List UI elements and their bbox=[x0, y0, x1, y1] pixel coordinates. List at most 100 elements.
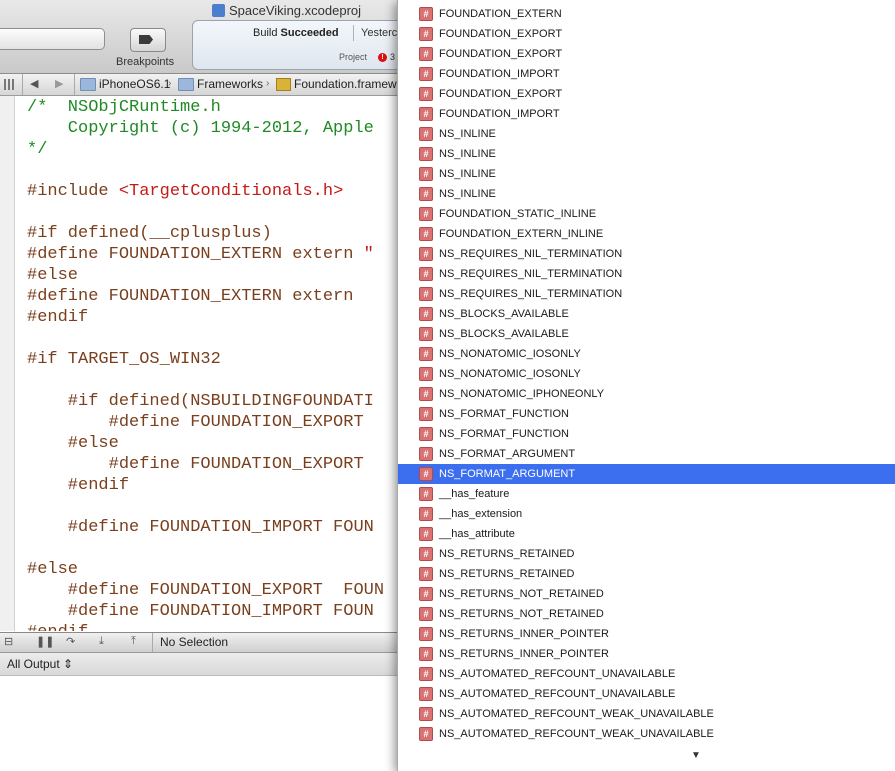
breakpoints-button[interactable] bbox=[130, 28, 166, 52]
code-line[interactable]: Copyright (c) 1994-2012, Apple bbox=[27, 118, 384, 139]
completion-item[interactable]: # NS_RETURNS_INNER_POINTER bbox=[398, 624, 895, 644]
macro-icon: # bbox=[419, 727, 433, 741]
code-line[interactable] bbox=[27, 538, 384, 559]
breadcrumb-foundation-framework[interactable]: Foundation.framew bbox=[276, 77, 397, 91]
code-line[interactable]: */ bbox=[27, 139, 384, 160]
completion-item-label: FOUNDATION_IMPORT bbox=[439, 108, 560, 120]
error-icon[interactable]: ! bbox=[378, 53, 387, 62]
code-line[interactable]: /* NSObjCRuntime.h bbox=[27, 97, 384, 118]
completion-item[interactable]: # NS_REQUIRES_NIL_TERMINATION bbox=[398, 284, 895, 304]
hide-debug-area-icon[interactable]: ⊟ bbox=[4, 635, 13, 648]
completion-item[interactable]: # NS_AUTOMATED_REFCOUNT_WEAK_UNAVAILABLE bbox=[398, 704, 895, 724]
completion-item[interactable]: # NS_RETURNS_NOT_RETAINED bbox=[398, 604, 895, 624]
completion-item[interactable]: # NS_REQUIRES_NIL_TERMINATION bbox=[398, 244, 895, 264]
completion-item-label: NS_RETURNS_INNER_POINTER bbox=[439, 628, 609, 640]
code-line[interactable] bbox=[27, 160, 384, 181]
code-line[interactable]: #define FOUNDATION_EXTERN extern bbox=[27, 286, 384, 307]
completion-item[interactable]: # NS_NONATOMIC_IOSONLY bbox=[398, 364, 895, 384]
scroll-down-arrow-icon[interactable]: ▼ bbox=[691, 750, 701, 761]
completion-item[interactable]: # NS_AUTOMATED_REFCOUNT_UNAVAILABLE bbox=[398, 664, 895, 684]
step-into-icon[interactable]: ⤓ bbox=[99, 635, 104, 648]
code-line[interactable]: #define FOUNDATION_EXTERN extern " bbox=[27, 244, 384, 265]
editor-gutter[interactable] bbox=[0, 96, 15, 631]
completion-item[interactable]: # NS_REQUIRES_NIL_TERMINATION bbox=[398, 264, 895, 284]
forward-arrow-icon[interactable]: ▶ bbox=[55, 77, 63, 90]
code-line[interactable]: #else bbox=[27, 433, 384, 454]
completion-item[interactable]: # NS_FORMAT_ARGUMENT bbox=[398, 444, 895, 464]
completion-item[interactable]: # FOUNDATION_EXPORT bbox=[398, 44, 895, 64]
macro-icon: # bbox=[419, 27, 433, 41]
code-line[interactable]: #define FOUNDATION_EXPORT FOUN bbox=[27, 580, 384, 601]
completion-item[interactable]: # NS_RETURNS_RETAINED bbox=[398, 544, 895, 564]
scheme-selector[interactable] bbox=[0, 28, 105, 50]
code-token: <TargetConditionals.h> bbox=[118, 182, 344, 201]
related-items-icon[interactable] bbox=[4, 79, 15, 90]
code-line[interactable] bbox=[27, 370, 384, 391]
code-token: #include bbox=[27, 182, 119, 201]
completion-item[interactable]: # NS_INLINE bbox=[398, 124, 895, 144]
code-line[interactable]: #endif bbox=[27, 475, 384, 496]
code-token: Copyright (c) 1994-2012, Apple bbox=[27, 119, 374, 138]
source-code[interactable]: /* NSObjCRuntime.h Copyright (c) 1994-20… bbox=[27, 97, 384, 631]
completion-item-label: NS_RETURNS_RETAINED bbox=[439, 548, 575, 560]
pause-icon[interactable]: ❚❚ bbox=[36, 635, 54, 648]
activity-viewer[interactable]: Build Succeeded Yesterc Project ! 3 bbox=[192, 20, 408, 70]
completion-item[interactable]: # NS_FORMAT_FUNCTION bbox=[398, 404, 895, 424]
code-line[interactable]: #else bbox=[27, 265, 384, 286]
code-completion-popup[interactable]: # FOUNDATION_EXTERN # FOUNDATION_EXPORT # FOU… bbox=[397, 0, 895, 771]
code-line[interactable]: #define FOUNDATION_IMPORT FOUN bbox=[27, 517, 384, 538]
completion-item[interactable]: # FOUNDATION_STATIC_INLINE bbox=[398, 204, 895, 224]
macro-icon: # bbox=[419, 387, 433, 401]
completion-item[interactable]: # NS_INLINE bbox=[398, 144, 895, 164]
breadcrumb-sdk[interactable]: iPhoneOS6.1 bbox=[80, 77, 170, 91]
completion-item-label: NS_RETURNS_INNER_POINTER bbox=[439, 648, 609, 660]
completion-item[interactable]: # NS_AUTOMATED_REFCOUNT_WEAK_UNAVAILABLE bbox=[398, 724, 895, 744]
step-out-icon[interactable]: ⤒ bbox=[131, 635, 136, 648]
completion-item[interactable]: # NS_BLOCKS_AVAILABLE bbox=[398, 304, 895, 324]
code-line[interactable]: #include <TargetConditionals.h> bbox=[27, 181, 384, 202]
completion-item[interactable]: # __has_extension bbox=[398, 504, 895, 524]
completion-item[interactable]: # NS_RETURNS_RETAINED bbox=[398, 564, 895, 584]
code-line[interactable]: #define FOUNDATION_IMPORT FOUN bbox=[27, 601, 384, 622]
completion-item[interactable]: # NS_BLOCKS_AVAILABLE bbox=[398, 324, 895, 344]
code-line[interactable]: #if defined(NSBUILDINGFOUNDATI bbox=[27, 391, 384, 412]
completion-item[interactable]: # NS_NONATOMIC_IPHONEONLY bbox=[398, 384, 895, 404]
code-line[interactable]: #if defined(__cplusplus) bbox=[27, 223, 384, 244]
code-line[interactable] bbox=[27, 202, 384, 223]
code-line[interactable] bbox=[27, 328, 384, 349]
completion-item[interactable]: # NS_INLINE bbox=[398, 184, 895, 204]
completion-item[interactable]: # FOUNDATION_EXTERN_INLINE bbox=[398, 224, 895, 244]
completion-item[interactable]: # FOUNDATION_IMPORT bbox=[398, 64, 895, 84]
completion-list[interactable]: # FOUNDATION_EXTERN # FOUNDATION_EXPORT # FOU… bbox=[398, 4, 895, 744]
macro-icon: # bbox=[419, 407, 433, 421]
code-line[interactable]: #else bbox=[27, 559, 384, 580]
completion-item[interactable]: # __has_attribute bbox=[398, 524, 895, 544]
completion-item[interactable]: # NS_RETURNS_NOT_RETAINED bbox=[398, 584, 895, 604]
completion-item[interactable]: # NS_INLINE bbox=[398, 164, 895, 184]
macro-icon: # bbox=[419, 67, 433, 81]
output-filter-popup[interactable]: All Output ⇕ bbox=[7, 657, 73, 671]
completion-item-selected[interactable]: # NS_FORMAT_ARGUMENT bbox=[398, 464, 895, 484]
code-token: #else bbox=[27, 560, 79, 579]
completion-item[interactable]: # NS_NONATOMIC_IOSONLY bbox=[398, 344, 895, 364]
breadcrumb-frameworks[interactable]: Frameworks bbox=[178, 77, 263, 91]
code-line[interactable] bbox=[27, 496, 384, 517]
completion-item[interactable]: # FOUNDATION_IMPORT bbox=[398, 104, 895, 124]
step-over-icon[interactable]: ↷ bbox=[66, 635, 75, 648]
completion-item[interactable]: # NS_RETURNS_INNER_POINTER bbox=[398, 644, 895, 664]
completion-item[interactable]: # FOUNDATION_EXPORT bbox=[398, 84, 895, 104]
code-line[interactable]: #endif bbox=[27, 622, 384, 631]
completion-item[interactable]: # FOUNDATION_EXTERN bbox=[398, 4, 895, 24]
macro-icon: # bbox=[419, 647, 433, 661]
completion-item-label: FOUNDATION_IMPORT bbox=[439, 68, 560, 80]
completion-item[interactable]: # NS_AUTOMATED_REFCOUNT_UNAVAILABLE bbox=[398, 684, 895, 704]
code-line[interactable]: #define FOUNDATION_EXPORT bbox=[27, 412, 384, 433]
code-line[interactable]: #endif bbox=[27, 307, 384, 328]
completion-item[interactable]: # FOUNDATION_EXPORT bbox=[398, 24, 895, 44]
back-arrow-icon[interactable]: ◀ bbox=[30, 77, 38, 90]
code-line[interactable]: #if TARGET_OS_WIN32 bbox=[27, 349, 384, 370]
completion-item[interactable]: # NS_FORMAT_FUNCTION bbox=[398, 424, 895, 444]
error-count[interactable]: 3 bbox=[390, 52, 395, 62]
code-line[interactable]: #define FOUNDATION_EXPORT bbox=[27, 454, 384, 475]
completion-item[interactable]: # __has_feature bbox=[398, 484, 895, 504]
